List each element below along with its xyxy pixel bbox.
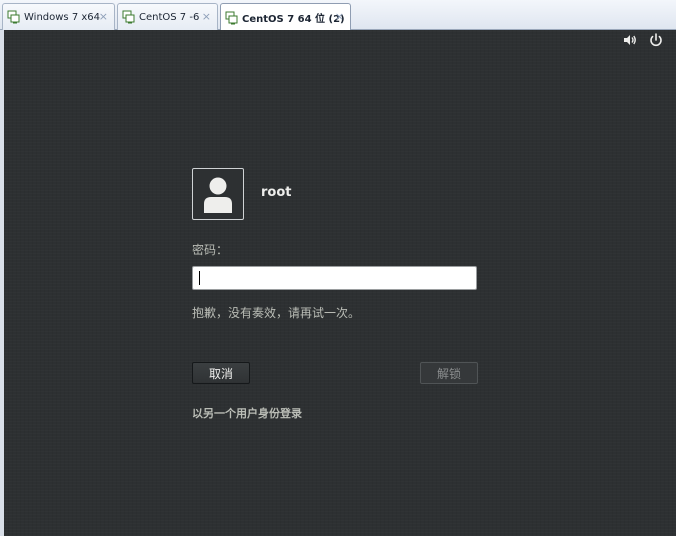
username: root xyxy=(261,185,292,200)
close-icon[interactable]: × xyxy=(99,10,108,23)
user-icon xyxy=(204,177,232,213)
cancel-button[interactable]: 取消 xyxy=(192,362,250,384)
text-caret xyxy=(199,271,200,285)
password-input[interactable] xyxy=(192,266,477,290)
password-label: 密码： xyxy=(192,243,229,257)
login-as-another-user-link[interactable]: 以另一个用户身份登录 xyxy=(192,405,302,421)
tab-centos-7-6[interactable]: CentOS 7 -6 × xyxy=(117,3,218,30)
tab-centos-7-64-2[interactable]: CentOS 7 64 位 (2) × xyxy=(220,3,351,31)
tab-label: CentOS 7 -6 xyxy=(139,11,200,23)
close-icon[interactable]: × xyxy=(202,10,211,23)
volume-icon[interactable] xyxy=(622,32,638,48)
tab-label: Windows 7 x64 xyxy=(24,11,101,23)
tab-windows-7-x64[interactable]: Windows 7 x64 × xyxy=(2,3,115,30)
vm-tab-bar: Windows 7 x64 × CentOS 7 -6 × CentOS 7 6… xyxy=(0,0,676,31)
close-icon[interactable]: × xyxy=(335,10,344,23)
tab-label: CentOS 7 64 位 (2) xyxy=(242,14,345,25)
power-icon[interactable] xyxy=(648,32,664,48)
error-message: 抱歉，没有奏效，请再试一次。 xyxy=(192,306,361,320)
vm-icon xyxy=(7,10,21,24)
vm-icon xyxy=(225,11,239,25)
vm-icon xyxy=(122,10,136,24)
unlock-button[interactable]: 解锁 xyxy=(420,362,478,384)
avatar xyxy=(192,168,244,220)
